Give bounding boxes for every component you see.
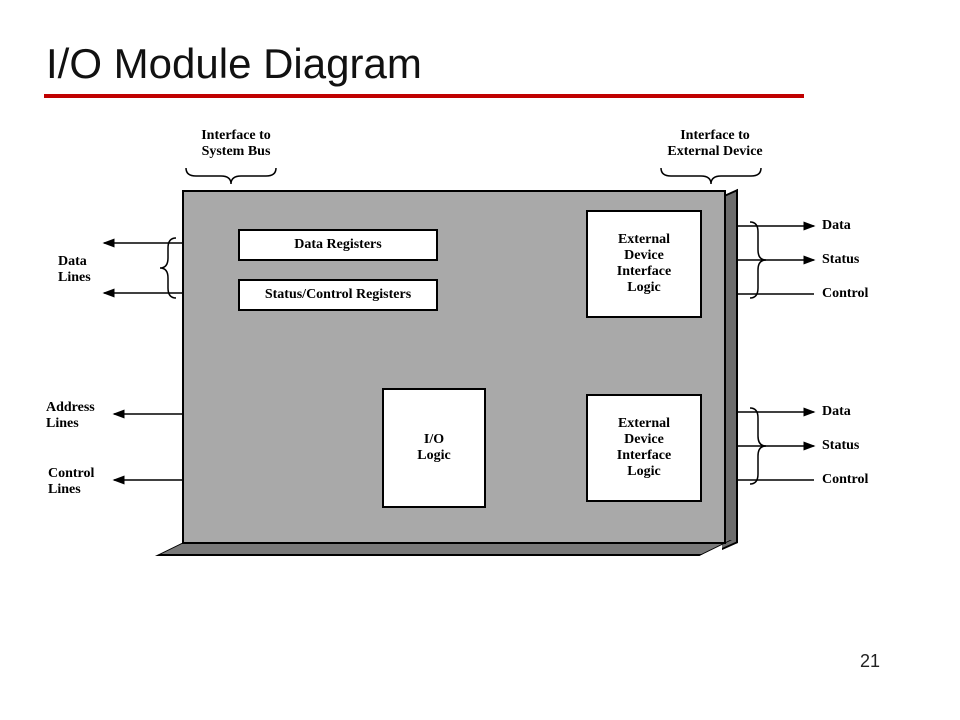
label-ext-status-bottom: Status <box>822 438 859 454</box>
label-ext-data-bottom: Data <box>822 404 851 420</box>
block-io-logic: I/OLogic <box>382 388 486 508</box>
io-module-diagram: Interface toSystem Bus Interface toExter… <box>46 130 866 570</box>
title-underline <box>44 94 804 98</box>
block-ext-dev-interface-logic-bottom: ExternalDeviceInterfaceLogic <box>586 394 702 502</box>
slide-title: I/O Module Diagram <box>46 40 940 88</box>
label-control-lines: ControlLines <box>48 466 94 498</box>
block-ext-dev-interface-logic-top: ExternalDeviceInterfaceLogic <box>586 210 702 318</box>
label-ext-data-top: Data <box>822 218 851 234</box>
label-ext-control-top: Control <box>822 286 868 302</box>
label-ext-status-top: Status <box>822 252 859 268</box>
block-status-control-registers: Status/Control Registers <box>238 279 438 311</box>
page-number: 21 <box>860 651 880 672</box>
label-data-lines: DataLines <box>58 254 91 286</box>
label-address-lines: AddressLines <box>46 400 95 432</box>
block-data-registers: Data Registers <box>238 229 438 261</box>
slide: I/O Module Diagram Interface toSystem Bu… <box>20 20 940 700</box>
label-ext-control-bottom: Control <box>822 472 868 488</box>
